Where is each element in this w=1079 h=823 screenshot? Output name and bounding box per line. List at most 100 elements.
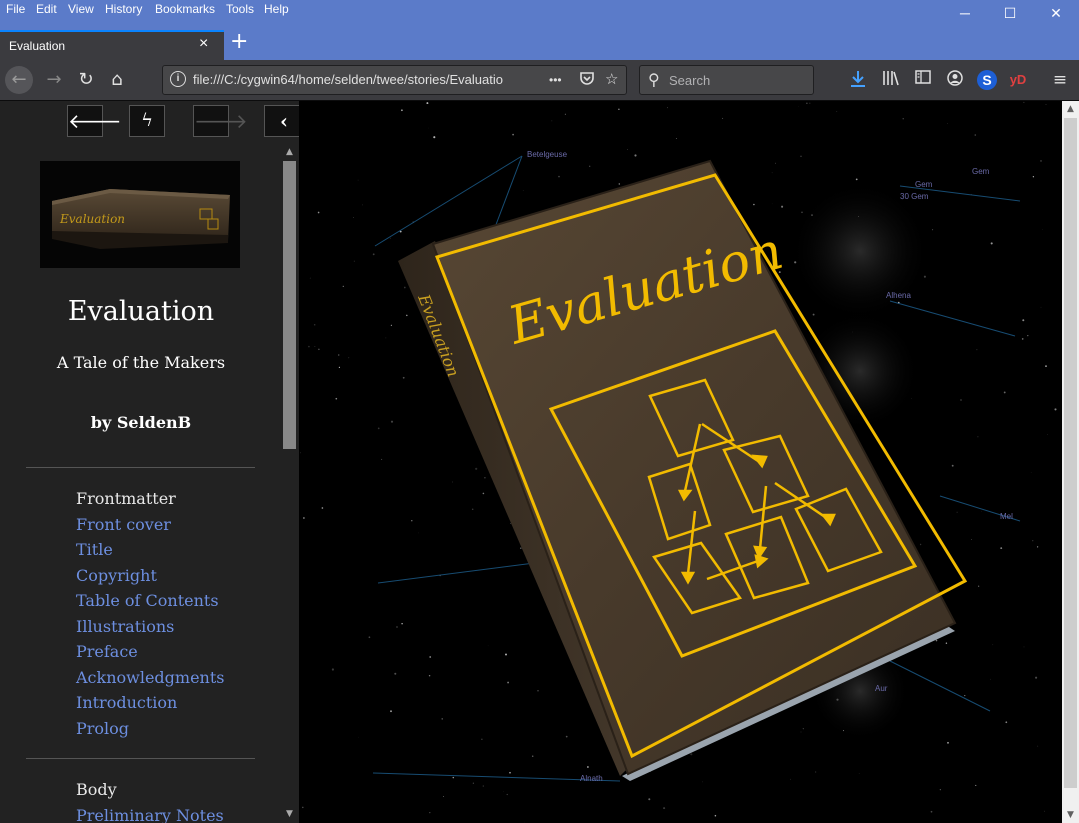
star <box>1044 810 1045 812</box>
star <box>401 109 403 112</box>
menu-bar: File Edit View History Bookmarks Tools H… <box>0 0 1079 21</box>
star-label: Gem <box>972 167 990 176</box>
star <box>335 397 338 400</box>
star <box>974 134 977 136</box>
page-scrollbar[interactable]: ▲ ▼ <box>1062 101 1079 823</box>
menu-icon[interactable]: ≡ <box>1050 70 1070 90</box>
scroll-down-icon[interactable]: ▼ <box>283 808 296 820</box>
back-button[interactable]: ← <box>5 66 33 94</box>
star <box>690 753 693 756</box>
star <box>389 237 391 239</box>
page-scroll-thumb[interactable] <box>1064 118 1077 788</box>
menu-tools[interactable]: Tools <box>226 2 254 16</box>
yd-extension-icon[interactable]: yD <box>1008 70 1028 90</box>
s-extension-icon[interactable]: S <box>977 70 997 90</box>
sidebar-scroll-thumb[interactable] <box>283 161 296 449</box>
menu-help[interactable]: Help <box>264 2 289 16</box>
star-label: Alnath <box>580 774 603 783</box>
star <box>429 656 432 658</box>
menu-file[interactable]: File <box>6 2 25 16</box>
star <box>836 698 839 701</box>
star <box>565 735 568 738</box>
collapse-sidebar-button[interactable]: ‹ <box>264 105 299 137</box>
star <box>589 165 591 167</box>
sidebar-icon[interactable] <box>913 70 933 90</box>
page-scroll-up-icon[interactable]: ▲ <box>1062 101 1079 117</box>
toc-link-prolog[interactable]: Prolog <box>76 719 129 738</box>
menu-view[interactable]: View <box>68 2 94 16</box>
star <box>510 523 511 525</box>
star <box>331 668 334 671</box>
menu-bookmarks[interactable]: Bookmarks <box>155 2 215 16</box>
toc-link-front-cover[interactable]: Front cover <box>76 515 171 534</box>
toc-link-title[interactable]: Title <box>76 540 113 559</box>
star <box>512 133 514 136</box>
pocket-icon[interactable] <box>579 70 595 90</box>
star <box>1037 745 1039 747</box>
star <box>372 253 375 256</box>
toc-link-illustrations[interactable]: Illustrations <box>76 617 174 636</box>
menu-history[interactable]: History <box>105 2 142 16</box>
star <box>443 796 444 798</box>
star <box>452 776 455 779</box>
star <box>648 798 651 801</box>
star <box>390 710 392 713</box>
page-scroll-down-icon[interactable]: ▼ <box>1062 807 1079 823</box>
star <box>976 349 978 351</box>
menu-edit[interactable]: Edit <box>36 2 57 16</box>
library-icon[interactable] <box>881 70 901 90</box>
forward-button[interactable]: → <box>40 66 68 94</box>
toc-link-introduction[interactable]: Introduction <box>76 693 177 712</box>
toc-link-preface[interactable]: Preface <box>76 642 138 661</box>
star <box>902 199 903 201</box>
cover-thumb-title: Evaluation <box>59 212 125 226</box>
toc-link-copyright[interactable]: Copyright <box>76 566 157 585</box>
divider <box>26 758 255 759</box>
scroll-up-icon[interactable]: ▲ <box>283 146 296 158</box>
toc-link-acknowledgments[interactable]: Acknowledgments <box>76 668 225 687</box>
url-bar[interactable]: i file:///C:/cygwin64/home/selden/twee/s… <box>162 65 627 95</box>
star <box>482 785 484 787</box>
info-icon[interactable]: i <box>170 71 186 87</box>
star <box>385 337 387 339</box>
star <box>314 346 316 347</box>
star <box>1023 101 1025 103</box>
star <box>800 155 802 157</box>
star <box>774 162 777 164</box>
url-text[interactable]: file:///C:/cygwin64/home/selden/twee/sto… <box>193 72 503 87</box>
divider <box>26 467 255 468</box>
star <box>487 645 489 647</box>
search-input[interactable]: ⚲ Search <box>639 65 814 95</box>
redo-forward-button[interactable]: 🡒 <box>193 105 248 137</box>
tab-close-icon[interactable]: × <box>199 35 208 53</box>
page-actions-icon[interactable]: ••• <box>549 73 562 87</box>
star <box>484 477 486 479</box>
star <box>587 766 589 768</box>
star <box>377 427 380 430</box>
star <box>411 520 413 522</box>
star <box>482 492 485 495</box>
star <box>960 399 962 401</box>
toc-link-table-of-contents[interactable]: Table of Contents <box>76 591 219 610</box>
toc-link-preliminary-notes[interactable]: Preliminary Notes <box>76 806 224 823</box>
star <box>1005 721 1008 724</box>
new-tab-button[interactable]: + <box>230 31 248 53</box>
reload-button[interactable]: ↻ <box>72 66 100 94</box>
restart-button[interactable]: ϟ <box>129 105 165 137</box>
home-button[interactable]: ⌂ <box>103 66 131 94</box>
star <box>1045 104 1047 105</box>
undo-back-button[interactable]: 🡐 <box>67 105 122 137</box>
star <box>441 718 443 720</box>
star <box>537 690 539 692</box>
star <box>428 127 429 129</box>
star <box>348 357 350 359</box>
star <box>794 261 797 264</box>
account-icon[interactable] <box>945 70 965 90</box>
star <box>390 420 394 423</box>
download-icon[interactable] <box>848 70 868 90</box>
star <box>309 277 311 279</box>
tab-evaluation[interactable]: Evaluation × <box>0 30 224 60</box>
bookmark-star-icon[interactable]: ☆ <box>605 70 618 88</box>
star <box>1040 306 1042 308</box>
sidebar-scrollbar[interactable]: ▲ ▼ <box>282 146 297 823</box>
